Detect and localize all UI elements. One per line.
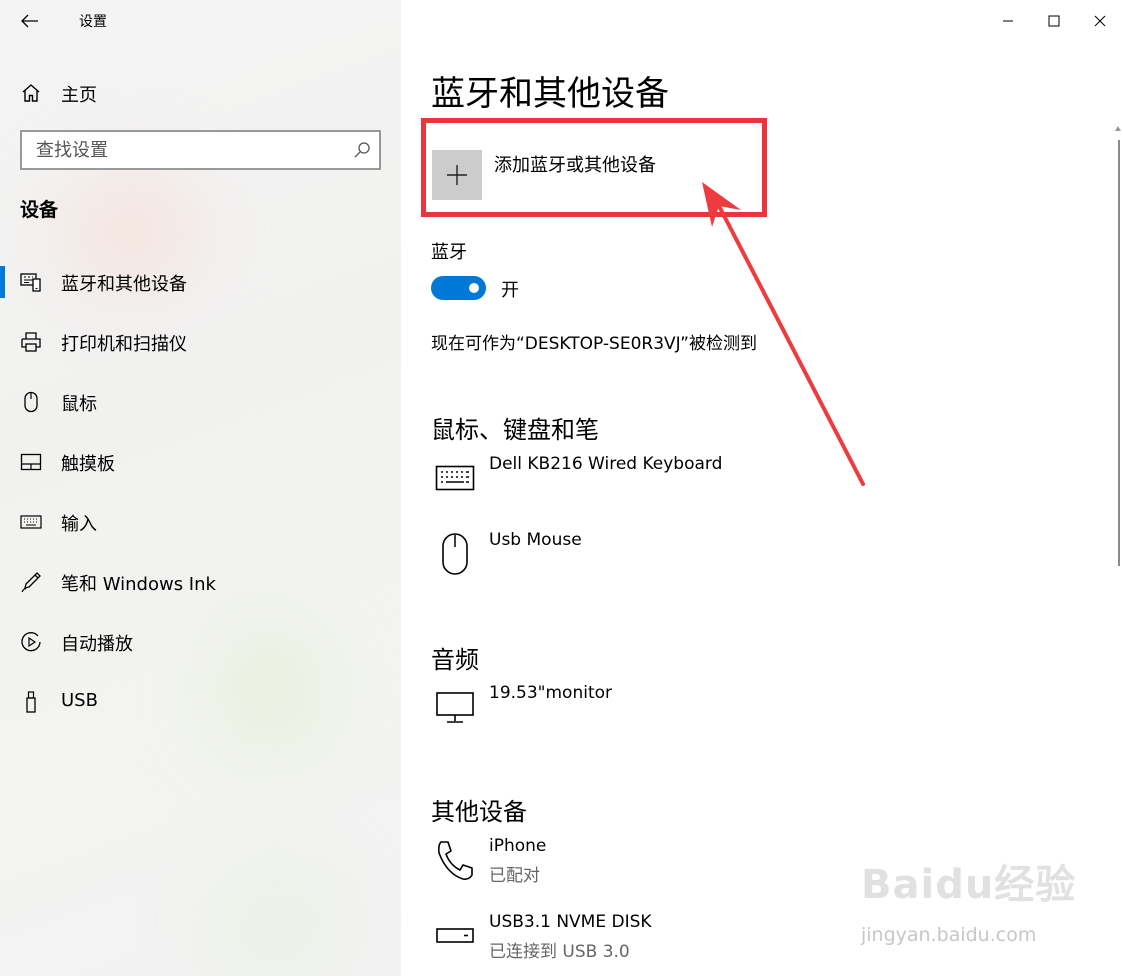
- sidebar-item-label: 笔和 Windows Ink: [61, 574, 216, 595]
- sidebar-item-bluetooth[interactable]: 蓝牙和其他设备: [0, 259, 401, 305]
- usb-icon: [26, 691, 36, 713]
- device-item[interactable]: Usb Mouse: [431, 530, 1031, 582]
- active-indicator: [0, 266, 5, 298]
- toggle-knob: [469, 283, 479, 293]
- bluetooth-toggle[interactable]: [431, 276, 486, 300]
- bluetooth-devices-icon: [20, 273, 41, 292]
- maximize-icon: [1048, 15, 1060, 27]
- device-name: Dell KB216 Wired Keyboard: [489, 454, 723, 474]
- scroll-up-arrow-icon[interactable]: [1115, 126, 1121, 131]
- keyboard-icon: [20, 515, 42, 529]
- watermark-logo-text: Baidu经验: [861, 862, 1077, 908]
- page-title: 蓝牙和其他设备: [431, 74, 669, 114]
- sidebar-item-label: 自动播放: [61, 634, 133, 655]
- search-input[interactable]: [22, 132, 342, 168]
- device-name: Usb Mouse: [489, 530, 582, 550]
- keyboard-device-icon: [435, 465, 475, 491]
- sidebar-item-printers[interactable]: 打印机和扫描仪: [0, 319, 401, 365]
- home-link[interactable]: 主页: [0, 72, 401, 112]
- printer-icon: [21, 332, 41, 352]
- group-title-input-devices: 鼠标、键盘和笔: [431, 416, 599, 444]
- home-label: 主页: [61, 85, 97, 106]
- touchpad-icon: [20, 453, 42, 471]
- group-title-other: 其他设备: [431, 798, 527, 826]
- phone-icon: [437, 841, 473, 880]
- app-title: 设置: [79, 14, 107, 30]
- background-blur: [220, 870, 330, 970]
- device-name: USB3.1 NVME DISK: [489, 912, 652, 932]
- device-status: 已连接到 USB 3.0: [489, 942, 630, 962]
- device-item[interactable]: Dell KB216 Wired Keyboard: [431, 454, 1031, 506]
- sidebar-item-touchpad[interactable]: 触摸板: [0, 439, 401, 485]
- sidebar-item-label: USB: [61, 690, 98, 711]
- sidebar-item-label: 触摸板: [61, 454, 115, 475]
- maximize-button[interactable]: [1031, 0, 1077, 42]
- window-controls: [985, 0, 1123, 42]
- sidebar-item-label: 输入: [61, 514, 97, 535]
- sidebar-item-pen[interactable]: 笔和 Windows Ink: [0, 559, 401, 605]
- baidu-watermark: Baidu经验 jingyan.baidu.com: [861, 852, 1121, 972]
- group-title-audio: 音频: [431, 646, 479, 674]
- minimize-icon: [1003, 20, 1013, 22]
- sidebar: 设置 主页 设备 蓝牙和其他设备: [0, 0, 401, 976]
- scrollbar-thumb[interactable]: [1118, 140, 1120, 566]
- minimize-button[interactable]: [985, 0, 1031, 42]
- back-button[interactable]: [12, 4, 48, 38]
- section-title: 设备: [20, 199, 59, 221]
- search-icon[interactable]: [353, 141, 371, 159]
- mouse-icon: [24, 391, 38, 413]
- drive-icon: [436, 928, 474, 943]
- bluetooth-label: 蓝牙: [431, 242, 467, 263]
- autoplay-icon: [21, 632, 41, 652]
- add-device-label[interactable]: 添加蓝牙或其他设备: [494, 151, 656, 177]
- monitor-icon: [436, 692, 474, 723]
- sidebar-item-usb[interactable]: USB: [0, 679, 401, 725]
- discoverable-text: 现在可作为“DESKTOP-SE0R3VJ”被检测到: [431, 334, 757, 354]
- device-item[interactable]: 19.53"monitor: [431, 683, 1031, 735]
- device-status: 已配对: [489, 866, 540, 886]
- bluetooth-state: 开: [501, 280, 519, 301]
- pen-icon: [21, 572, 41, 593]
- sidebar-item-label: 打印机和扫描仪: [61, 334, 187, 355]
- add-device-button[interactable]: [432, 150, 482, 200]
- title-bar: 设置: [0, 0, 401, 42]
- scrollbar[interactable]: [1113, 126, 1123, 976]
- sidebar-item-autoplay[interactable]: 自动播放: [0, 619, 401, 665]
- device-name: 19.53"monitor: [489, 683, 613, 703]
- device-name: iPhone: [489, 836, 547, 856]
- plus-icon: [447, 165, 467, 185]
- sidebar-item-typing[interactable]: 输入: [0, 499, 401, 545]
- search-box[interactable]: [20, 130, 381, 170]
- back-arrow-icon: [21, 14, 38, 28]
- sidebar-item-label: 鼠标: [61, 394, 97, 415]
- close-icon: [1094, 15, 1106, 27]
- sidebar-item-label: 蓝牙和其他设备: [61, 274, 187, 295]
- home-icon: [22, 84, 40, 102]
- close-button[interactable]: [1077, 0, 1123, 42]
- watermark-url: jingyan.baidu.com: [861, 924, 1037, 946]
- mouse-device-icon: [442, 533, 468, 575]
- main-content: 蓝牙和其他设备 添加蓝牙或其他设备 蓝牙 开 现在可作为“DESKTOP-SE0…: [401, 0, 1123, 976]
- sidebar-item-mouse[interactable]: 鼠标: [0, 379, 401, 425]
